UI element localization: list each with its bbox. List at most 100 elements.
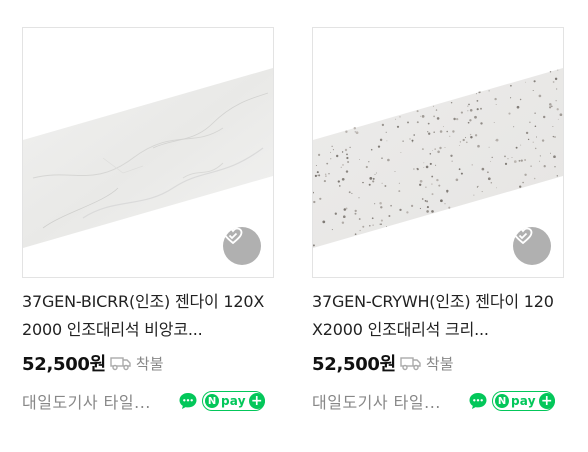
speckle-dot [490, 161, 492, 163]
speckle-dot [385, 131, 387, 133]
wishlist-button[interactable] [513, 227, 551, 265]
speckle-dot [317, 174, 319, 176]
speckle-dot [402, 140, 404, 142]
speckle-dot [446, 130, 448, 133]
speckle-dot [390, 204, 392, 207]
speckle-dot [470, 135, 473, 139]
talk-bubble-icon[interactable] [178, 391, 198, 411]
speckle-dot [448, 206, 451, 209]
speckle-dot [426, 206, 429, 209]
speckle-dot [381, 157, 383, 159]
speckle-dot [433, 131, 435, 133]
speckle-dot [354, 212, 357, 215]
speckle-dot [399, 208, 402, 212]
wishlist-button[interactable] [223, 227, 261, 265]
speckle-dot [345, 170, 349, 173]
seller-name[interactable]: 대일도기사 타일... [312, 389, 462, 413]
speckle-dot [549, 71, 552, 73]
speckle-dot [426, 210, 429, 213]
speckle-dot [348, 191, 351, 194]
speckle-dot [469, 119, 472, 122]
speckle-dot [552, 81, 555, 83]
speckle-dot [421, 198, 424, 200]
speckle-dot [471, 164, 473, 166]
speckle-dot [372, 180, 375, 183]
speckle-dot [433, 115, 435, 118]
talk-bubble-icon[interactable] [468, 391, 488, 411]
speckle-dot [381, 182, 383, 184]
speckle-dot [504, 155, 506, 158]
npay-label: pay [511, 394, 536, 408]
speckle-dot [520, 144, 522, 146]
speckle-dot [465, 137, 466, 139]
speckle-dot [444, 203, 446, 205]
speckle-dot [323, 180, 326, 183]
speckle-dot [434, 148, 437, 150]
speckle-dot [478, 91, 481, 94]
speckle-dot [413, 168, 415, 170]
speckle-dot [524, 173, 527, 177]
npay-n-logo: N [205, 394, 219, 408]
speckle-dot [429, 153, 432, 155]
speckle-dot [370, 148, 373, 151]
speckle-dot [495, 103, 497, 106]
speckle-dot [341, 177, 345, 181]
product-image[interactable] [312, 27, 564, 278]
speckle-dot [319, 197, 322, 200]
speckle-dot [520, 159, 523, 162]
speckle-dot [375, 172, 377, 174]
product-title[interactable]: 37GEN-CRYWH(인조) 젠다이 120X2000 인조대리석 크리... [312, 288, 564, 344]
speckle-dot [432, 105, 435, 107]
speckle-dot [534, 125, 537, 127]
product-card[interactable]: 37GEN-CRYWH(인조) 젠다이 120X2000 인조대리석 크리...… [312, 27, 564, 414]
speckle-dot [490, 182, 493, 184]
speckle-dot [421, 115, 425, 118]
speckle-dot [369, 224, 371, 227]
speckle-dot [556, 175, 558, 177]
product-title[interactable]: 37GEN-BICRR(인조) 젠다이 120X2000 인조대리석 비앙코..… [22, 288, 274, 344]
speckle-dot [462, 138, 465, 142]
speckle-dot [416, 121, 419, 124]
speckle-dot [481, 167, 485, 171]
speckle-dot [372, 224, 374, 226]
speckle-dot [387, 158, 390, 162]
product-price: 52,500원 [22, 354, 106, 375]
speckle-dot [353, 127, 357, 130]
speckle-dot [556, 88, 558, 90]
seller-name[interactable]: 대일도기사 타일... [22, 389, 172, 413]
speckle-dot [467, 105, 469, 107]
speckle-dot [536, 136, 537, 138]
npay-badge[interactable]: N pay + [202, 391, 265, 411]
speckle-dot [436, 178, 439, 182]
speckle-dot [533, 80, 536, 83]
speckle-dot [345, 207, 348, 210]
speckle-dot [388, 215, 391, 217]
speckle-dot [493, 121, 495, 123]
speckle-dot [442, 126, 444, 128]
speckle-dot [474, 115, 477, 119]
speckle-dot [465, 141, 468, 144]
speckle-dot [554, 166, 556, 168]
speckle-dot [530, 165, 532, 167]
speckle-dot [365, 165, 368, 169]
speckle-dot [458, 168, 461, 171]
speckle-dot [511, 157, 513, 158]
product-image[interactable] [22, 27, 274, 278]
speckle-dot [539, 155, 541, 157]
speckle-dot [495, 187, 497, 189]
truck-icon [110, 355, 132, 371]
speckle-dot [534, 112, 536, 114]
speckle-dot [453, 117, 456, 121]
speckle-dot [456, 117, 459, 121]
speckle-dot [507, 158, 509, 160]
speckle-dot [527, 138, 530, 141]
speckle-dot [336, 154, 339, 158]
speckle-dot [550, 105, 553, 108]
speckle-dot [455, 178, 459, 182]
speckle-dot [359, 229, 361, 232]
speckle-dot [538, 94, 542, 98]
speckle-dot [322, 220, 326, 224]
npay-badge[interactable]: N pay + [492, 391, 555, 411]
product-card[interactable]: 37GEN-BICRR(인조) 젠다이 120X2000 인조대리석 비앙코..… [22, 27, 274, 414]
speckle-dot [557, 69, 559, 71]
